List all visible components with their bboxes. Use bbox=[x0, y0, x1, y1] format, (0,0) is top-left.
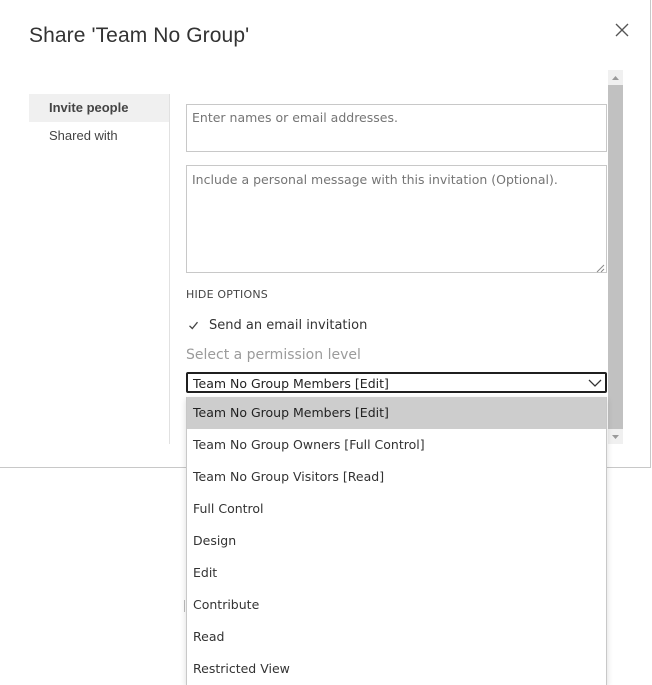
dropdown-option[interactable]: Read bbox=[187, 621, 606, 653]
resize-grip-icon[interactable] bbox=[595, 260, 605, 273]
send-email-row: Send an email invitation bbox=[187, 318, 367, 333]
option-label: Team No Group Members [Edit] bbox=[193, 405, 389, 420]
checkmark-icon bbox=[189, 321, 199, 330]
send-email-checkbox[interactable] bbox=[187, 319, 200, 332]
vertical-scrollbar[interactable] bbox=[608, 70, 623, 444]
chevron-down-icon bbox=[587, 376, 603, 395]
close-icon bbox=[612, 20, 632, 40]
dropdown-option[interactable]: Design bbox=[187, 525, 606, 557]
dropdown-option[interactable]: Team No Group Owners [Full Control] bbox=[187, 429, 606, 461]
scroll-down-arrow-icon[interactable] bbox=[608, 429, 623, 444]
option-label: Team No Group Visitors [Read] bbox=[193, 469, 385, 484]
dropdown-option[interactable]: Contribute bbox=[187, 589, 606, 621]
share-nav: Invite people Shared with bbox=[29, 94, 170, 150]
background-divider bbox=[184, 600, 185, 612]
option-label: Read bbox=[193, 629, 225, 644]
dropdown-option[interactable]: Team No Group Members [Edit] bbox=[187, 397, 606, 429]
option-label: Full Control bbox=[193, 501, 264, 516]
hide-options-link[interactable]: HIDE OPTIONS bbox=[186, 288, 268, 301]
option-label: Design bbox=[193, 533, 237, 548]
nav-item-label: Invite people bbox=[49, 100, 129, 115]
option-label: Team No Group Owners [Full Control] bbox=[193, 437, 425, 452]
dropdown-option[interactable]: Team No Group Visitors [Read] bbox=[187, 461, 606, 493]
permission-select[interactable]: Team No Group Members [Edit] bbox=[186, 372, 607, 393]
scroll-up-arrow-icon[interactable] bbox=[608, 70, 623, 85]
dialog-title: Share 'Team No Group' bbox=[29, 24, 250, 47]
option-label: Edit bbox=[193, 565, 218, 580]
permission-level-label: Select a permission level bbox=[186, 347, 361, 363]
dropdown-option[interactable]: Full Control bbox=[187, 493, 606, 525]
dropdown-option[interactable]: Restricted View bbox=[187, 653, 606, 685]
send-email-label: Send an email invitation bbox=[209, 318, 368, 333]
names-input[interactable] bbox=[186, 104, 607, 152]
nav-item-invite-people[interactable]: Invite people bbox=[29, 94, 170, 122]
permission-select-value: Team No Group Members [Edit] bbox=[193, 376, 389, 391]
message-input[interactable] bbox=[186, 165, 607, 273]
nav-item-shared-with[interactable]: Shared with bbox=[29, 122, 170, 150]
option-label: Contribute bbox=[193, 597, 260, 612]
option-label: Restricted View bbox=[193, 661, 290, 676]
scroll-thumb[interactable] bbox=[608, 85, 623, 429]
nav-divider bbox=[169, 94, 170, 444]
close-button[interactable] bbox=[612, 20, 632, 40]
permission-dropdown-list: Team No Group Members [Edit] Team No Gro… bbox=[186, 397, 607, 685]
nav-item-label: Shared with bbox=[49, 128, 118, 143]
dropdown-option[interactable]: Edit bbox=[187, 557, 606, 589]
